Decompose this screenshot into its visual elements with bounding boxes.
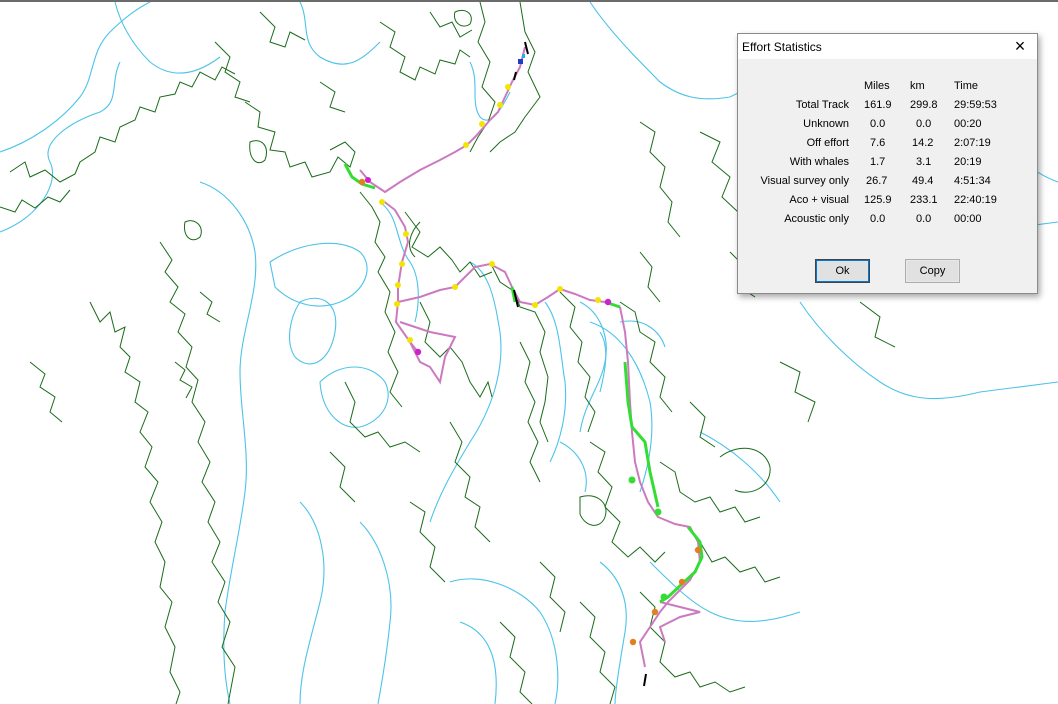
blue-marker [518, 59, 523, 64]
row-miles: 161.9 [864, 99, 892, 111]
row-label-aco-visual: Aco + visual [789, 194, 849, 206]
green-markers [628, 476, 668, 601]
row-miles: 0.0 [870, 118, 886, 130]
row-time: 29:59:53 [954, 99, 997, 111]
row-km: 0.0 [916, 118, 932, 130]
row-label-unknown: Unknown [803, 118, 849, 130]
row-time: 4:51:34 [954, 175, 991, 187]
close-icon[interactable]: × [1003, 34, 1037, 59]
row-time: 2:07:19 [954, 137, 991, 149]
row-miles: 7.6 [870, 137, 886, 149]
row-time: 00:20 [954, 118, 982, 130]
row-km: 233.1 [910, 194, 938, 206]
row-km: 49.4 [912, 175, 934, 187]
track-on-effort [343, 163, 704, 604]
column-header-miles: Miles [864, 80, 890, 92]
row-km: 14.2 [912, 137, 934, 149]
ok-button[interactable]: Ok [815, 259, 870, 283]
column-header-time: Time [954, 80, 979, 92]
row-miles: 125.9 [864, 194, 892, 206]
row-label-acoustic-only: Acoustic only [784, 213, 849, 225]
row-label-off-effort: Off effort [806, 137, 849, 149]
row-label-total-track: Total Track [795, 99, 849, 111]
row-km: 299.8 [910, 99, 938, 111]
row-time: 00:00 [954, 213, 982, 225]
column-header-km: km [910, 80, 925, 92]
copy-button[interactable]: Copy [905, 259, 960, 283]
row-time: 22:40:19 [954, 194, 997, 206]
track-off-effort [359, 46, 702, 668]
row-time: 20:19 [954, 156, 982, 168]
effort-statistics-dialog: Effort Statistics × Miles km Time Total … [737, 33, 1038, 294]
cyan-marker [522, 54, 525, 58]
row-miles: 0.0 [870, 213, 886, 225]
dialog-title: Effort Statistics [742, 40, 822, 54]
row-km: 3.1 [916, 156, 932, 168]
yellow-sighting-markers [379, 84, 601, 343]
row-label-with-whales: With whales [789, 156, 849, 168]
row-km: 0.0 [916, 213, 932, 225]
row-miles: 1.7 [870, 156, 886, 168]
dialog-title-bar[interactable]: Effort Statistics × [738, 34, 1037, 59]
row-label-visual-survey-only: Visual survey only [760, 175, 849, 187]
row-miles: 26.7 [866, 175, 888, 187]
